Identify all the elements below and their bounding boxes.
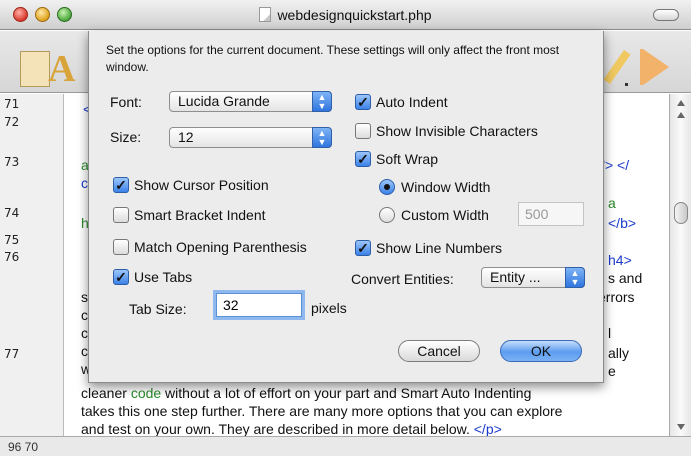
convert-entities-label: Convert Entities: [351, 271, 454, 287]
line-number: 76 [4, 250, 20, 264]
tab-size-input[interactable] [216, 293, 302, 317]
code-line: cleaner code without a lot of effort on … [81, 384, 531, 402]
ok-button[interactable]: OK [500, 340, 582, 362]
tab-size-unit: pixels [311, 300, 347, 316]
document-icon [259, 7, 272, 22]
code-fragment: </b> [608, 215, 637, 231]
code-line: and test on your own. They are described… [81, 420, 502, 436]
line-number: 77 [4, 347, 20, 361]
convert-entities-value: Entity ... [490, 269, 541, 285]
code-fragment: e [608, 363, 616, 379]
cursor-position: 96 70 [8, 440, 39, 454]
code-fragment: ally [608, 345, 630, 361]
show-cursor-position-checkbox[interactable]: ✓ [113, 177, 129, 193]
title-bar: webdesignquickstart.php [0, 0, 691, 30]
code-fragment: a [608, 195, 616, 211]
code-tag: </p> [473, 421, 502, 436]
new-document-icon[interactable] [20, 51, 50, 87]
popup-arrows-icon: ▲ ▼ [312, 127, 332, 148]
match-opening-parenthesis-checkbox[interactable] [113, 239, 129, 255]
line-number: 72 [4, 115, 20, 129]
pencil-icon[interactable] [603, 49, 631, 85]
convert-entities-popup[interactable]: Entity ... ▲ ▼ [481, 267, 585, 288]
font-popup[interactable]: Lucida Grande ▲ ▼ [169, 91, 332, 112]
code-fragment: h4> [608, 252, 632, 268]
size-value: 12 [178, 129, 194, 145]
popup-arrows-icon: ▲ ▼ [565, 267, 585, 288]
tab-size-label: Tab Size: [129, 301, 187, 317]
window-title-text: webdesignquickstart.php [277, 7, 432, 23]
code-fragment: c [81, 325, 88, 341]
custom-width-input[interactable] [518, 202, 584, 226]
size-popup[interactable]: 12 ▲ ▼ [169, 127, 332, 148]
code-text: cleaner [81, 385, 131, 401]
sheet-description: Set the options for the current document… [106, 43, 560, 74]
scroll-up-arrow-icon[interactable] [677, 112, 685, 118]
line-number: 74 [4, 206, 20, 220]
custom-width-label[interactable]: Custom Width [401, 207, 489, 223]
vertical-scrollbar[interactable] [669, 94, 691, 436]
show-invisible-characters-checkbox[interactable] [355, 123, 371, 139]
code-fragment: c [81, 307, 88, 323]
code-fragment: s [81, 289, 88, 305]
code-tag: code [130, 385, 162, 401]
code-line: takes this one step further. There are m… [81, 403, 563, 419]
cancel-button[interactable]: Cancel [398, 340, 480, 362]
popup-arrows-icon: ▲ ▼ [312, 91, 332, 112]
show-invisible-characters-label[interactable]: Show Invisible Characters [376, 123, 538, 139]
dropdown-dot-icon [625, 83, 628, 86]
window-title: webdesignquickstart.php [0, 7, 691, 23]
font-label: Font: [110, 94, 142, 110]
font-icon[interactable]: A [48, 47, 75, 91]
document-options-sheet: Set the options for the current document… [88, 31, 604, 383]
line-number: 73 [4, 155, 20, 169]
window-width-radio[interactable] [379, 179, 395, 195]
status-bar: 96 70 [0, 436, 691, 456]
soft-wrap-checkbox[interactable]: ✓ [355, 151, 371, 167]
line-number: 71 [4, 97, 20, 111]
preview-icon[interactable] [643, 49, 669, 85]
line-number: 75 [4, 233, 20, 247]
scroll-down-arrow-icon[interactable] [677, 424, 685, 430]
show-line-numbers-checkbox[interactable]: ✓ [355, 240, 371, 256]
code-fragment: s and [608, 270, 643, 286]
show-line-numbers-label[interactable]: Show Line Numbers [376, 240, 502, 256]
smart-bracket-indent-checkbox[interactable] [113, 207, 129, 223]
code-fragment: l [608, 325, 612, 341]
use-tabs-label[interactable]: Use Tabs [134, 269, 192, 285]
match-opening-parenthesis-label[interactable]: Match Opening Parenthesis [134, 239, 307, 255]
smart-bracket-indent-label[interactable]: Smart Bracket Indent [134, 207, 266, 223]
auto-indent-checkbox[interactable]: ✓ [355, 94, 371, 110]
size-label: Size: [110, 129, 142, 145]
code-fragment: "> </ [600, 157, 630, 173]
window-width-label[interactable]: Window Width [401, 179, 490, 195]
scrollbar-thumb[interactable] [674, 202, 688, 224]
auto-indent-label[interactable]: Auto Indent [376, 94, 448, 110]
line-number-gutter: 71 72 73 74 75 76 77 [0, 94, 64, 436]
scroll-up-arrow-icon[interactable] [677, 100, 685, 106]
toolbar-toggle-button[interactable] [653, 9, 679, 21]
code-fragment: c [81, 343, 88, 359]
code-text: without a lot of effort on your part and… [161, 385, 532, 401]
code-fragment: c [81, 175, 88, 191]
use-tabs-checkbox[interactable]: ✓ [113, 269, 129, 285]
custom-width-radio[interactable] [379, 207, 395, 223]
code-text: and test on your own. They are described… [81, 421, 474, 436]
soft-wrap-label[interactable]: Soft Wrap [376, 151, 438, 167]
font-value: Lucida Grande [178, 93, 270, 109]
show-cursor-position-label[interactable]: Show Cursor Position [134, 177, 269, 193]
